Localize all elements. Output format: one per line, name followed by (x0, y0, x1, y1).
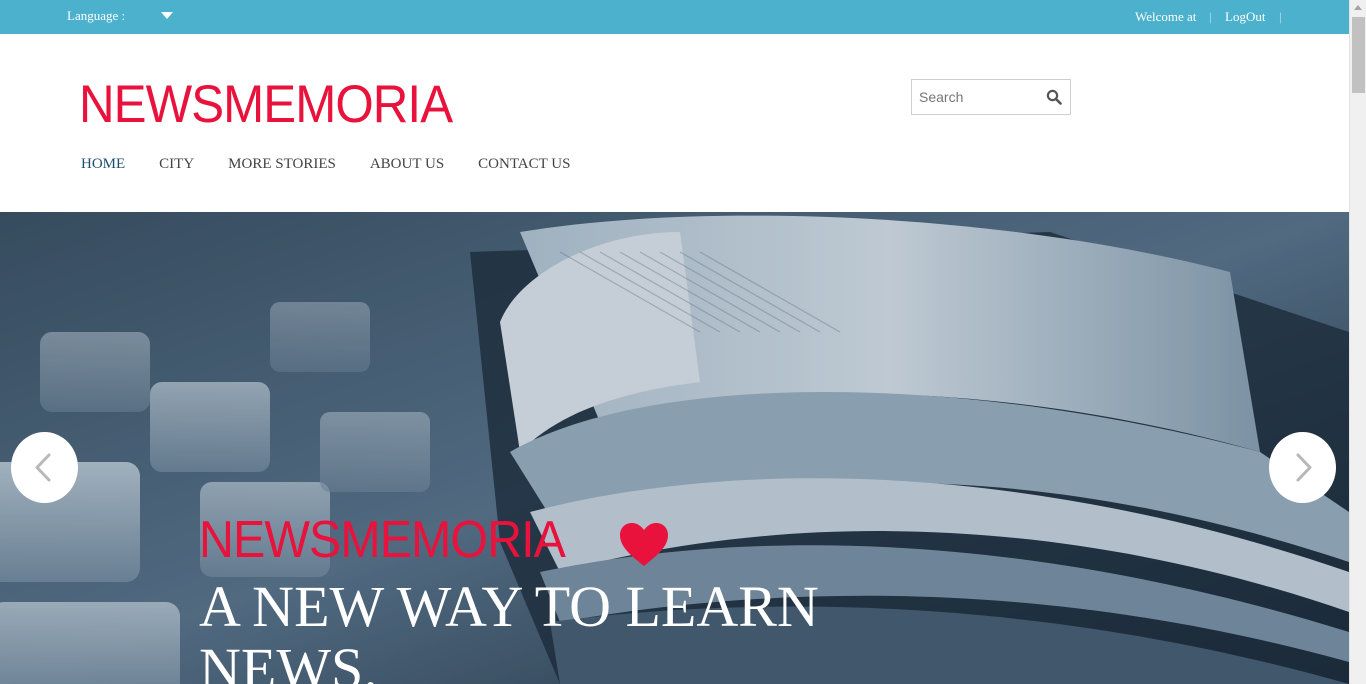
scroll-up-arrow-icon[interactable] (1354, 5, 1362, 10)
heart-icon (620, 523, 668, 566)
hero-title: NEWSMEMORIA (199, 511, 566, 569)
language-dropdown-caret-icon[interactable] (161, 12, 173, 19)
search-box (911, 79, 1071, 115)
search-input[interactable] (912, 80, 1042, 114)
page-scrollbar[interactable] (1349, 0, 1366, 684)
nav-item-about-us[interactable]: ABOUT US (370, 156, 444, 173)
nav-item-contact-us[interactable]: CONTACT US (478, 156, 570, 173)
chevron-right-icon (1296, 453, 1312, 482)
top-bar: Language : Welcome at | LogOut | (0, 0, 1349, 34)
search-icon[interactable] (1046, 89, 1062, 105)
hero-tagline: A NEW WAY TO LEARN NEWS. (199, 574, 819, 684)
nav-item-home[interactable]: HOME (81, 156, 125, 173)
slider-prev-button[interactable] (11, 432, 78, 503)
chevron-left-icon (35, 453, 51, 482)
scrollbar-thumb[interactable] (1352, 17, 1365, 93)
hero-slider: NEWSMEMORIA A NEW WAY TO LEARN NEWS. (0, 212, 1349, 684)
site-logo[interactable]: NEWSMEMORIA (79, 78, 453, 131)
separator: | (1209, 9, 1212, 24)
language-label: Language : (67, 8, 126, 23)
main-nav: HOME CITY MORE STORIES ABOUT US CONTACT … (81, 156, 604, 173)
logout-link[interactable]: LogOut (1225, 9, 1265, 25)
separator: | (1279, 9, 1282, 24)
slider-next-button[interactable] (1269, 432, 1336, 503)
nav-item-more-stories[interactable]: MORE STORIES (228, 156, 336, 173)
welcome-text: Welcome at (1135, 9, 1197, 24)
nav-item-city[interactable]: CITY (159, 156, 194, 173)
